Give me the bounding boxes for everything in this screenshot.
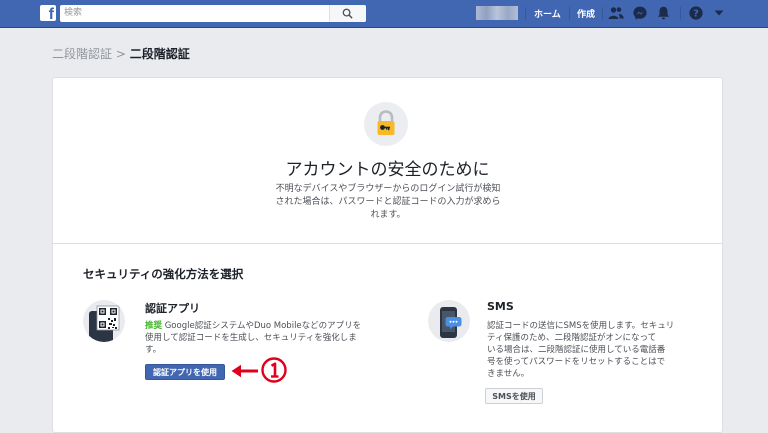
search-box (60, 5, 366, 22)
breadcrumb-current: 二段階認証 (129, 47, 190, 61)
lock-key-icon (364, 102, 408, 146)
breadcrumb-parent-link[interactable]: 二段階認証 (52, 47, 112, 61)
two-factor-card: アカウントの安全のために 不明なデバイスやブラウザーからのログイン試行が検知 さ… (52, 77, 723, 433)
home-link[interactable]: ホーム (534, 7, 561, 20)
messenger-icon[interactable] (633, 6, 647, 20)
nav-divider (569, 7, 570, 20)
use-auth-app-button[interactable]: 認証アプリを使用 (145, 364, 225, 380)
friends-icon[interactable] (608, 6, 624, 20)
nav-divider (602, 7, 603, 20)
facebook-logo[interactable]: f (40, 5, 56, 23)
search-button[interactable] (329, 5, 366, 22)
breadcrumb-separator: > (115, 47, 126, 61)
auth-app-description: 推奨 Google認証システムやDuo Mobileなどのアプリを 使用して認証… (145, 321, 362, 355)
search-input[interactable] (64, 6, 324, 20)
nav-divider (525, 7, 526, 20)
svg-text:?: ? (693, 9, 699, 20)
qr-phone-icon (83, 300, 125, 342)
help-icon[interactable]: ? (689, 6, 703, 20)
sms-title: SMS (487, 300, 514, 313)
top-navigation-bar: f ホーム 作成 ? (0, 0, 768, 28)
annotation-number-one (261, 357, 287, 383)
recommended-badge: 推奨 (145, 321, 163, 331)
breadcrumb: 二段階認証 > 二段階認証 (52, 45, 190, 62)
notifications-icon[interactable] (657, 6, 670, 20)
profile-link[interactable] (476, 6, 518, 20)
nav-divider (680, 7, 681, 20)
chevron-down-icon[interactable] (714, 10, 724, 16)
sms-description: 認証コードの送信にSMSを使用します。セキュリ ティ保護のため、二段階認証がオン… (487, 321, 675, 379)
hero-description: 不明なデバイスやブラウザーからのログイン試行が検知 された場合は、パスワードと認… (275, 184, 501, 220)
create-link[interactable]: 作成 (577, 7, 595, 20)
methods-heading: セキュリティの強化方法を選択 (83, 267, 244, 281)
auth-app-title: 認証アプリ (145, 302, 200, 315)
phone-sms-icon (428, 300, 470, 342)
annotation-arrow-icon (231, 364, 258, 378)
hero-title: アカウントの安全のために (285, 160, 490, 180)
search-icon (342, 8, 353, 19)
use-sms-button[interactable]: SMSを使用 (485, 388, 543, 404)
hero-section: アカウントの安全のために 不明なデバイスやブラウザーからのログイン試行が検知 さ… (53, 78, 722, 244)
